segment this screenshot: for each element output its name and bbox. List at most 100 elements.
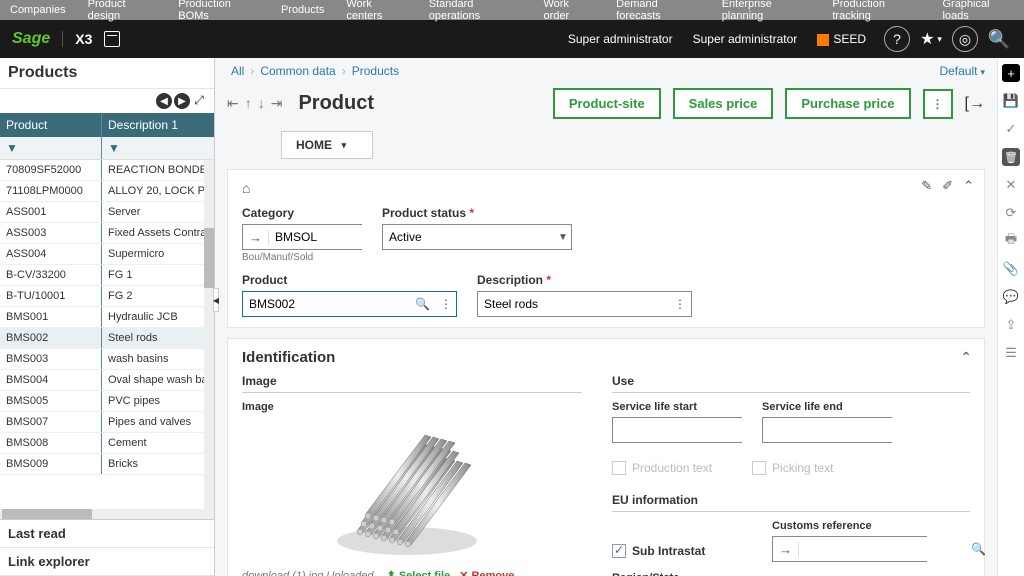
collapse-card-icon[interactable]: ⌃ xyxy=(963,178,974,194)
print-icon[interactable]: 🖶 xyxy=(1002,232,1020,250)
product-input[interactable]: 🔍 ⋮ xyxy=(242,291,457,317)
table-row[interactable]: ASS001Server xyxy=(0,202,214,223)
filter-row: ▼ ▼ xyxy=(0,137,214,160)
crumb-products[interactable]: Products xyxy=(352,64,399,78)
close-icon[interactable]: ✕ xyxy=(1002,176,1020,194)
link-explorer-link[interactable]: Link explorer xyxy=(0,548,214,576)
user-role[interactable]: Super administrator xyxy=(568,32,673,46)
table-row[interactable]: BMS007Pipes and valves xyxy=(0,412,214,433)
table-row[interactable]: ASS004Supermicro xyxy=(0,244,214,265)
user-name[interactable]: Super administrator xyxy=(693,32,798,46)
nav-work-centers[interactable]: Work centers xyxy=(346,0,406,22)
check-icon[interactable]: ✓ xyxy=(1002,120,1020,138)
table-row[interactable]: B-TU/10001FG 2 xyxy=(0,286,214,307)
lookup-icon[interactable]: 🔍 xyxy=(966,542,991,556)
expand-icon[interactable]: ⤢ xyxy=(192,93,206,107)
collapse-panel-icon[interactable]: ◀ xyxy=(213,288,219,312)
sales-price-button[interactable]: Sales price xyxy=(673,88,774,119)
service-end-input[interactable] xyxy=(762,417,892,443)
nav-demand-forecasts[interactable]: Demand forecasts xyxy=(616,0,700,22)
list-icon[interactable]: ☰ xyxy=(1002,344,1020,362)
menu-icon[interactable]: ⋮ xyxy=(991,542,997,556)
seed-indicator[interactable]: SEED xyxy=(817,32,866,46)
filter-product-icon[interactable]: ▼ xyxy=(0,137,102,159)
comment-icon[interactable]: 💬 xyxy=(1002,288,1020,306)
lookup-icon[interactable]: 🔍 xyxy=(410,297,435,311)
prev-icon[interactable]: ◀ xyxy=(156,93,172,109)
edit-icon[interactable]: ✐ xyxy=(942,178,953,194)
sub-intrastat-checkbox[interactable] xyxy=(612,544,626,558)
favorites-icon[interactable]: ★▾ xyxy=(918,26,944,52)
compass-icon[interactable]: ◎ xyxy=(952,26,978,52)
nav-companies[interactable]: Companies xyxy=(10,4,66,16)
remove-file-button[interactable]: ✕ Remove xyxy=(459,570,514,576)
help-icon[interactable]: ? xyxy=(884,26,910,52)
steel-rods-image xyxy=(327,421,497,561)
col-description[interactable]: Description 1 xyxy=(102,113,214,137)
panel-footer: Last read Link explorer xyxy=(0,519,214,576)
export-icon[interactable]: ⇪ xyxy=(1002,316,1020,334)
product-site-button[interactable]: Product-site xyxy=(553,88,661,119)
table-row[interactable]: BMS001Hydraulic JCB xyxy=(0,307,214,328)
nav-production-tracking[interactable]: Production tracking xyxy=(832,0,920,22)
table-row[interactable]: BMS008Cement xyxy=(0,433,214,454)
service-start-input[interactable] xyxy=(612,417,742,443)
calendar-icon[interactable] xyxy=(104,31,120,47)
table-row[interactable]: BMS009Bricks xyxy=(0,454,214,475)
status-field[interactable] xyxy=(383,225,550,249)
refresh-icon[interactable]: ⟳ xyxy=(1002,204,1020,222)
scrollbar-vertical[interactable] xyxy=(204,160,214,509)
table-row[interactable]: BMS005PVC pipes xyxy=(0,391,214,412)
delete-icon[interactable]: 🗑 xyxy=(1002,148,1020,166)
table-row[interactable]: ASS003Fixed Assets Contract xyxy=(0,223,214,244)
nav-products[interactable]: Products xyxy=(281,4,324,16)
nav-enterprise-planning[interactable]: Enterprise planning xyxy=(722,0,811,22)
status-label: Product status * xyxy=(382,206,572,220)
first-record-icon[interactable]: ⇤ xyxy=(227,95,239,112)
next-record-icon[interactable]: ↓ xyxy=(258,95,265,112)
customs-input[interactable]: →🔍⋮ xyxy=(772,536,927,562)
nav-product-design[interactable]: Product design xyxy=(88,0,157,22)
more-actions-button[interactable]: ⋮ xyxy=(923,89,953,119)
status-select[interactable]: ▼ xyxy=(382,224,572,250)
nav-work-order[interactable]: Work order xyxy=(543,0,594,22)
last-read-link[interactable]: Last read xyxy=(0,520,214,548)
last-record-icon[interactable]: ⇥ xyxy=(271,95,283,112)
filter-description-icon[interactable]: ▼ xyxy=(102,137,214,159)
col-product[interactable]: Product xyxy=(0,113,102,137)
nav-graphical-loads[interactable]: Graphical loads xyxy=(942,0,1014,22)
add-icon[interactable]: + xyxy=(1002,64,1020,82)
description-label: Description * xyxy=(477,273,692,287)
home-icon[interactable]: ⌂ xyxy=(242,180,250,196)
home-tab[interactable]: HOME ▾ xyxy=(281,131,373,159)
menu-icon[interactable]: ⋮ xyxy=(435,297,457,311)
table-row-selected[interactable]: BMS002Steel rods xyxy=(0,328,214,349)
select-file-button[interactable]: ⬆ Select file xyxy=(387,570,451,576)
search-icon[interactable]: 🔍 xyxy=(986,26,1012,52)
table-row[interactable]: BMS003wash basins xyxy=(0,349,214,370)
table-row[interactable]: 70809SF52000REACTION BONDED SI xyxy=(0,160,214,181)
next-icon[interactable]: ▶ xyxy=(174,93,190,109)
prev-record-icon[interactable]: ↑ xyxy=(245,95,252,112)
description-input[interactable]: ⋮ xyxy=(477,291,692,317)
table-row[interactable]: 71108LPM0000ALLOY 20, LOCK PIN AS xyxy=(0,181,214,202)
menu-icon[interactable]: ⋮ xyxy=(669,297,691,311)
nav-standard-operations[interactable]: Standard operations xyxy=(429,0,522,22)
crumb-all[interactable]: All xyxy=(231,64,244,78)
purchase-price-button[interactable]: Purchase price xyxy=(785,88,910,119)
pin-icon[interactable]: ✎ xyxy=(921,178,932,194)
attach-icon[interactable]: 📎 xyxy=(1002,260,1020,278)
table-row[interactable]: B-CV/33200FG 1 xyxy=(0,265,214,286)
dropdown-icon[interactable]: ▼ xyxy=(550,232,576,243)
scrollbar-horizontal[interactable] xyxy=(0,509,214,519)
crumb-common-data[interactable]: Common data xyxy=(260,64,335,78)
exit-icon[interactable]: [→ xyxy=(965,95,985,113)
save-icon[interactable]: 💾 xyxy=(1002,92,1020,110)
product-field[interactable] xyxy=(243,292,410,316)
description-field[interactable] xyxy=(478,292,669,316)
default-view[interactable]: Default▾ xyxy=(939,64,985,78)
table-row[interactable]: BMS004Oval shape wash basin xyxy=(0,370,214,391)
category-input[interactable]: → 🔍 ⋮ xyxy=(242,224,362,250)
nav-production-boms[interactable]: Production BOMs xyxy=(178,0,259,22)
collapse-section-icon[interactable]: ⌃ xyxy=(960,349,972,366)
